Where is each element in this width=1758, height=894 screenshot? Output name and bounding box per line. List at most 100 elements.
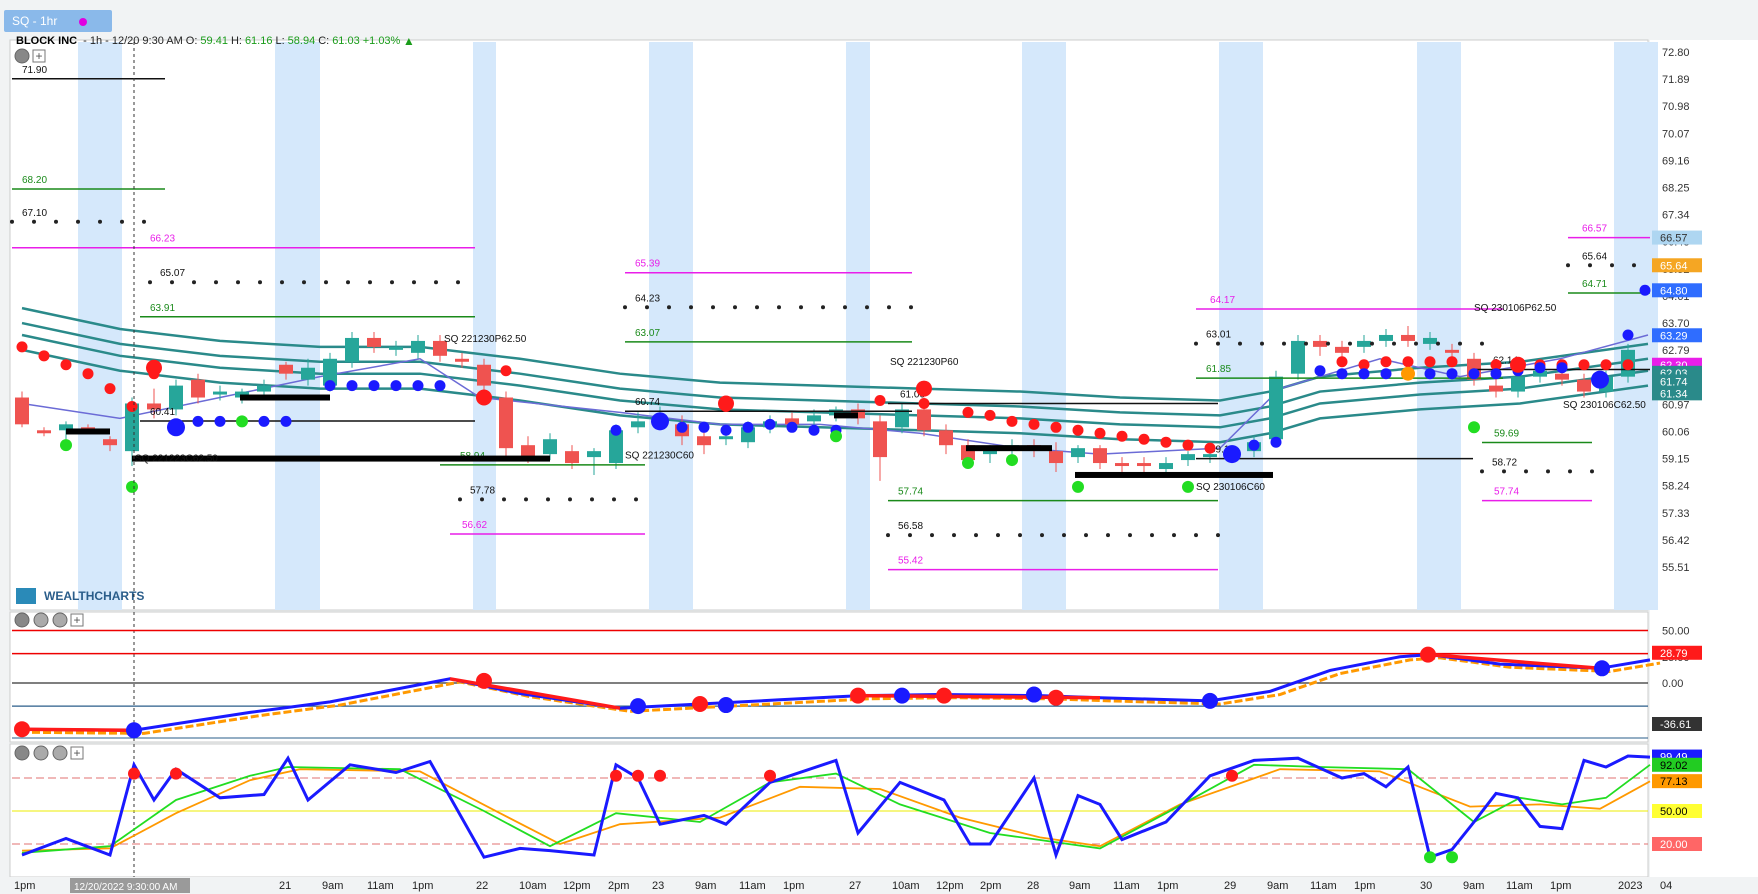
header-close: 61.03 [332, 35, 360, 47]
stoch-tool-icon[interactable] [52, 745, 68, 761]
stoch-tool-icon[interactable] [33, 745, 49, 761]
candle-body [697, 436, 711, 446]
candle-body [895, 409, 909, 428]
level-dot [1194, 533, 1198, 538]
price-tool-icon[interactable] [14, 48, 30, 64]
level-dot [645, 305, 649, 310]
signal-dot-red [82, 368, 94, 380]
stoch-dot-red [1226, 769, 1238, 782]
time-tick: 04 [1660, 880, 1672, 892]
price-tick: 62.79 [1662, 345, 1690, 357]
level-dot [368, 280, 372, 285]
signal-dot-green [60, 439, 72, 452]
logo-text: WEALTHCHARTS [44, 589, 144, 603]
signal-dot-red [1050, 421, 1062, 433]
level-dot [524, 497, 528, 502]
signal-dot-red [1600, 359, 1612, 371]
price-tick: 57.33 [1662, 508, 1690, 520]
macd-dot-blue [126, 722, 142, 739]
header-h-label: H: [231, 35, 242, 47]
level-dot [120, 219, 124, 224]
session-band [846, 42, 870, 610]
level-dot [480, 497, 484, 502]
signal-dot-blue [698, 421, 710, 433]
level-label: 71.90 [22, 65, 47, 76]
candle-body [1137, 463, 1151, 467]
time-tick: 29 [1224, 880, 1236, 892]
macd-tool-icon[interactable] [52, 612, 68, 628]
level-dot [214, 280, 218, 285]
stoch-tool-icon[interactable] [14, 745, 30, 761]
macd-tick: 50.00 [1662, 626, 1690, 638]
option-label: SQ 221230P60 [890, 357, 959, 368]
signal-dot-red [1204, 442, 1216, 454]
stoch-dot-red [610, 769, 622, 782]
level-label: 64.71 [1582, 279, 1607, 290]
level-dot [590, 497, 594, 502]
macd-dot-blue [1202, 692, 1218, 709]
signal-dot-red [126, 400, 138, 412]
level-dot [1480, 469, 1484, 474]
level-dot [1238, 341, 1242, 346]
price-plus-glyph: + [36, 49, 43, 63]
candle-body [1577, 379, 1591, 392]
level-dot [1084, 533, 1088, 538]
level-label: 61.85 [1206, 364, 1231, 375]
level-dot [1326, 341, 1330, 346]
level-dot [1590, 469, 1594, 474]
time-tick: 22 [476, 880, 488, 892]
time-tick: 10am [519, 880, 547, 892]
level-dot [1632, 263, 1636, 268]
level-dot [1128, 533, 1132, 538]
candle-body [565, 451, 579, 464]
option-label: SQ 221230P62.50 [444, 334, 527, 345]
level-dot [1106, 533, 1110, 538]
time-tick: 9am [1267, 880, 1288, 892]
candle-body [939, 430, 953, 446]
time-tick: 21 [279, 880, 291, 892]
level-dot [390, 280, 394, 285]
level-dot [502, 497, 506, 502]
signal-dot-blue-large [651, 412, 669, 431]
level-dot [634, 497, 638, 502]
signal-dot-red [1424, 356, 1436, 368]
header-l-label: L: [275, 35, 284, 47]
candle-body [543, 439, 557, 455]
level-dot [689, 305, 693, 310]
signal-dot-red [1094, 427, 1106, 439]
level-dot [258, 280, 262, 285]
signal-dot-blue [786, 421, 798, 433]
level-dot [755, 305, 759, 310]
position-bar [66, 428, 110, 435]
level-dot [1150, 533, 1154, 538]
level-dot [1282, 341, 1286, 346]
signal-dot-blue [610, 424, 622, 436]
time-tick: 11am [1113, 880, 1140, 892]
level-dot [1062, 533, 1066, 538]
level-dot [458, 497, 462, 502]
level-label: 68.20 [22, 175, 47, 186]
chart-area[interactable]: BLOCK INC - 1h - 12/20 9:30 AM O: 59.41 H: 61… [0, 0, 1758, 894]
price-tick: 58.24 [1662, 481, 1690, 493]
candle-body [1335, 346, 1349, 353]
level-label: 58.72 [1492, 457, 1517, 468]
level-dot [148, 280, 152, 285]
candle-body [807, 415, 821, 422]
signal-dot-blue [1358, 368, 1370, 380]
level-label: 65.39 [635, 259, 660, 270]
signal-dot-red [1006, 415, 1018, 427]
candle-body [15, 397, 29, 425]
signal-dot-red [16, 341, 28, 353]
signal-dot-blue [214, 415, 226, 427]
macd-dot-blue [630, 698, 646, 715]
macd-tool-icon[interactable] [33, 612, 49, 628]
price-tick: 69.16 [1662, 155, 1690, 167]
candle-body [1489, 385, 1503, 392]
price-tick: 71.89 [1662, 74, 1690, 86]
macd-tool-icon[interactable] [14, 612, 30, 628]
signal-dot-blue [368, 380, 380, 392]
time-tick: 11am [1310, 880, 1337, 892]
stoch-plus-glyph: + [74, 746, 81, 760]
level-dot [32, 219, 36, 224]
level-dot [1216, 341, 1220, 346]
